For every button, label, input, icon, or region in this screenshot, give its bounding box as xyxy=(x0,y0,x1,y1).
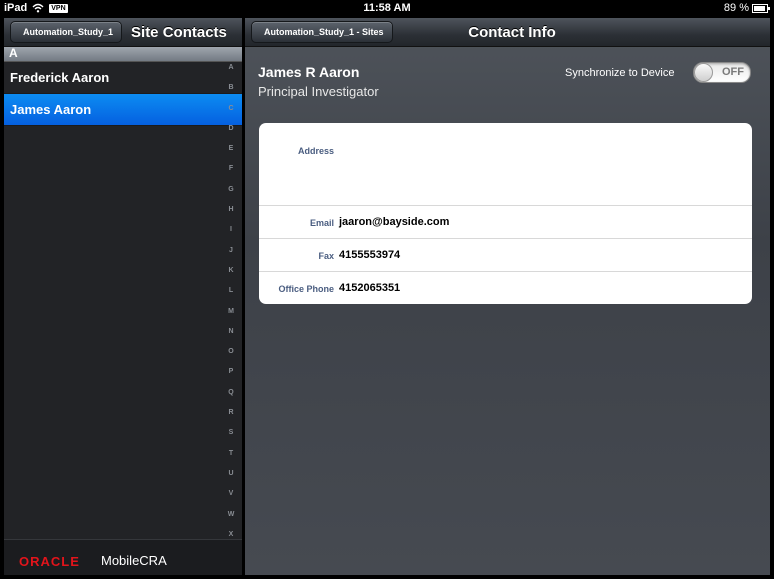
battery-percent: 89 % xyxy=(723,2,749,14)
index-letter[interactable]: V xyxy=(224,484,238,504)
battery-fill xyxy=(754,5,765,11)
detail-navbar: Automation_Study_1 - Sites Contact Info xyxy=(245,18,770,47)
product-name: MobileCRA xyxy=(101,553,167,568)
contact-row[interactable]: Frederick Aaron xyxy=(4,62,242,94)
index-letter[interactable]: A xyxy=(224,58,238,78)
office-phone-row[interactable]: Office Phone 4152065351 xyxy=(259,272,752,304)
index-letter[interactable]: W xyxy=(224,505,238,525)
fax-label: Fax xyxy=(318,251,334,261)
fax-value[interactable]: 4155553974 xyxy=(339,249,400,261)
page-title: Site Contacts xyxy=(131,23,227,41)
index-letter[interactable]: Q xyxy=(224,383,238,403)
index-letter[interactable]: H xyxy=(224,200,238,220)
contact-detail-pane: Automation_Study_1 - Sites Contact Info … xyxy=(245,18,770,575)
index-letter[interactable]: I xyxy=(224,220,238,240)
status-time: 11:58 AM xyxy=(363,2,411,14)
index-letter[interactable]: G xyxy=(224,180,238,200)
contact-name: James R Aaron xyxy=(258,64,360,80)
address-row[interactable]: Address xyxy=(259,123,752,206)
branding-footer: ORACLE MobileCRA xyxy=(4,539,242,575)
oracle-logo: ORACLE xyxy=(19,554,80,569)
index-letter[interactable]: N xyxy=(224,322,238,342)
status-right: 89 % xyxy=(723,2,770,14)
sync-toggle[interactable]: OFF xyxy=(693,62,751,83)
toggle-state: OFF xyxy=(722,66,744,78)
index-letter[interactable]: L xyxy=(224,281,238,301)
contact-role: Principal Investigator xyxy=(258,84,379,99)
back-button[interactable]: Automation_Study_1 xyxy=(10,21,123,43)
index-letter[interactable]: F xyxy=(224,159,238,179)
contacts-pane: Automation_Study_1 Site Contacts A Frede… xyxy=(4,18,242,575)
office-phone-label: Office Phone xyxy=(278,284,334,294)
email-row[interactable]: Email jaaron@bayside.com xyxy=(259,206,752,239)
fax-row[interactable]: Fax 4155553974 xyxy=(259,239,752,272)
index-letter[interactable]: O xyxy=(224,342,238,362)
index-letter[interactable]: K xyxy=(224,261,238,281)
office-phone-value[interactable]: 4152065351 xyxy=(339,282,400,294)
contacts-navbar: Automation_Study_1 Site Contacts xyxy=(4,18,242,47)
contact-list: Frederick Aaron James Aaron xyxy=(4,62,242,126)
index-letter[interactable]: M xyxy=(224,302,238,322)
section-header: A xyxy=(4,47,242,62)
email-value[interactable]: jaaron@bayside.com xyxy=(339,216,449,228)
index-letter[interactable]: R xyxy=(224,403,238,423)
index-letter[interactable]: J xyxy=(224,241,238,261)
index-letter[interactable]: T xyxy=(224,444,238,464)
index-letter[interactable]: D xyxy=(224,119,238,139)
sites-back-button[interactable]: Automation_Study_1 - Sites xyxy=(251,21,393,43)
index-letter[interactable]: E xyxy=(224,139,238,159)
contact-info-card: Address Email jaaron@bayside.com Fax 415… xyxy=(259,123,752,304)
index-letter[interactable]: B xyxy=(224,78,238,98)
alphabet-index[interactable]: ABCDEFGHIJKLMNOPQRSTUVWX xyxy=(224,58,238,545)
email-label: Email xyxy=(309,218,334,228)
contact-row[interactable]: James Aaron xyxy=(4,94,242,126)
status-bar: iPad VPN 11:58 AM 89 % xyxy=(0,0,774,18)
index-letter[interactable]: U xyxy=(224,464,238,484)
battery-icon xyxy=(752,3,770,13)
index-letter[interactable]: S xyxy=(224,423,238,443)
contact-header: James R Aaron Principal Investigator Syn… xyxy=(245,47,770,107)
address-label: Address xyxy=(297,146,334,156)
index-letter[interactable]: C xyxy=(224,99,238,119)
toggle-knob xyxy=(694,63,713,82)
sync-label: Synchronize to Device xyxy=(565,67,675,79)
index-letter[interactable]: P xyxy=(224,362,238,382)
